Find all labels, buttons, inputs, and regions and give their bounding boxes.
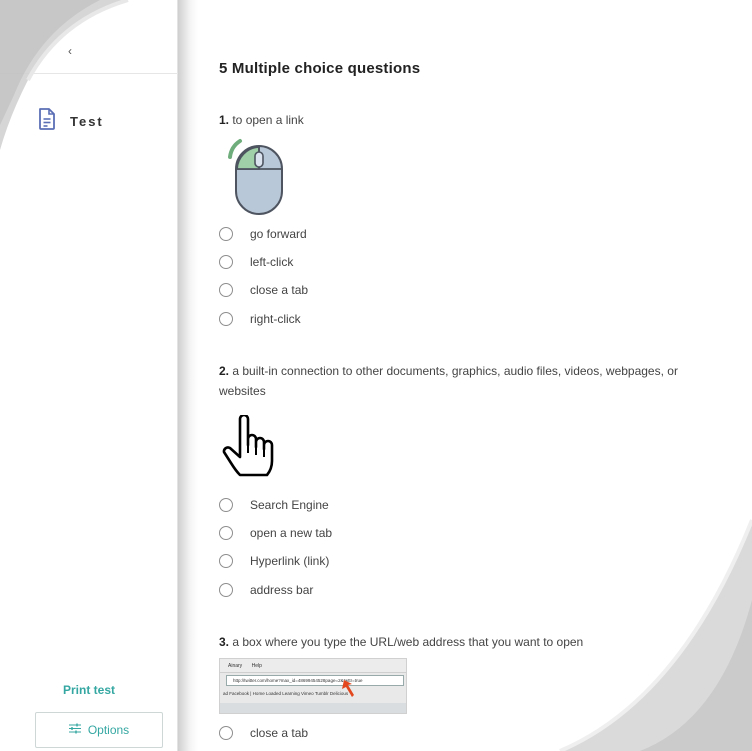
option-label: close a tab bbox=[250, 726, 309, 740]
sidebar-item-test[interactable]: Test bbox=[38, 108, 104, 135]
answer-option[interactable]: Search Engine bbox=[219, 495, 329, 515]
sidebar-shadow bbox=[178, 0, 198, 751]
option-label: left-click bbox=[250, 255, 294, 269]
answer-option[interactable]: left-click bbox=[219, 252, 293, 272]
radio-button[interactable] bbox=[219, 255, 233, 269]
answer-option[interactable]: go forward bbox=[219, 224, 307, 244]
options-button[interactable]: Options bbox=[35, 712, 163, 748]
sidebar-header: ‹ bbox=[0, 0, 178, 74]
answer-option[interactable]: right-click bbox=[219, 309, 301, 329]
question-prompt: a built-in connection to other documents… bbox=[219, 364, 678, 398]
bookmarks-bar: ad Facebook | Home Loaded Learning Vimeo… bbox=[223, 691, 349, 696]
answer-option[interactable]: close a tab bbox=[219, 723, 308, 743]
question-prompt: a box where you type the URL/web address… bbox=[229, 635, 584, 649]
address-bar: http://twitter.com/home?max_id=486994545… bbox=[226, 675, 404, 686]
options-label: Options bbox=[87, 723, 130, 737]
sidebar-item-label: Test bbox=[70, 114, 104, 129]
radio-button[interactable] bbox=[219, 526, 233, 540]
sliders-icon bbox=[68, 723, 81, 737]
print-test-link[interactable]: Print test bbox=[0, 683, 178, 697]
radio-button[interactable] bbox=[219, 227, 233, 241]
browser-footer-strip bbox=[220, 703, 406, 713]
radio-button[interactable] bbox=[219, 726, 233, 740]
quiz-content: 5 Multiple choice questions 1. to open a… bbox=[198, 0, 752, 751]
page-title: 5 Multiple choice questions bbox=[219, 60, 421, 77]
question-number: 3. bbox=[219, 635, 230, 649]
option-label: Search Engine bbox=[250, 498, 329, 512]
back-chevron-icon[interactable]: ‹ bbox=[68, 44, 72, 58]
question-3-text: 3. a box where you type the URL/web addr… bbox=[219, 632, 699, 652]
menu-item: Help bbox=[251, 663, 262, 669]
option-label: open a new tab bbox=[250, 526, 333, 540]
question-prompt: to open a link bbox=[229, 113, 304, 127]
option-label: go forward bbox=[250, 227, 307, 241]
red-arrow-icon bbox=[340, 679, 356, 704]
radio-button[interactable] bbox=[219, 554, 233, 568]
answer-option[interactable]: close a tab bbox=[219, 280, 308, 300]
hand-pointer-icon bbox=[222, 413, 278, 486]
question-2-text: 2. a built-in connection to other docume… bbox=[219, 361, 699, 401]
answer-option[interactable]: open a new tab bbox=[219, 523, 332, 543]
radio-button[interactable] bbox=[219, 583, 233, 597]
radio-button[interactable] bbox=[219, 312, 233, 326]
radio-button[interactable] bbox=[219, 498, 233, 512]
question-1-text: 1. to open a link bbox=[219, 110, 699, 130]
option-label: address bar bbox=[250, 583, 314, 597]
question-number: 2. bbox=[219, 364, 230, 378]
option-label: Hyperlink (link) bbox=[250, 554, 330, 568]
document-icon bbox=[38, 108, 56, 135]
answer-option[interactable]: address bar bbox=[219, 580, 313, 600]
sidebar: ‹ Test Print test Options bbox=[0, 0, 178, 751]
option-label: close a tab bbox=[250, 283, 309, 297]
question-number: 1. bbox=[219, 113, 230, 127]
radio-button[interactable] bbox=[219, 283, 233, 297]
option-label: right-click bbox=[250, 312, 301, 326]
menu-item: Ainary bbox=[228, 663, 243, 669]
answer-option[interactable]: Hyperlink (link) bbox=[219, 551, 329, 571]
browser-menu-bar: Ainary Help bbox=[220, 659, 406, 673]
browser-address-bar-screenshot: Ainary Help http://twitter.com/home?max_… bbox=[219, 658, 407, 714]
mouse-left-click-icon bbox=[224, 137, 286, 222]
